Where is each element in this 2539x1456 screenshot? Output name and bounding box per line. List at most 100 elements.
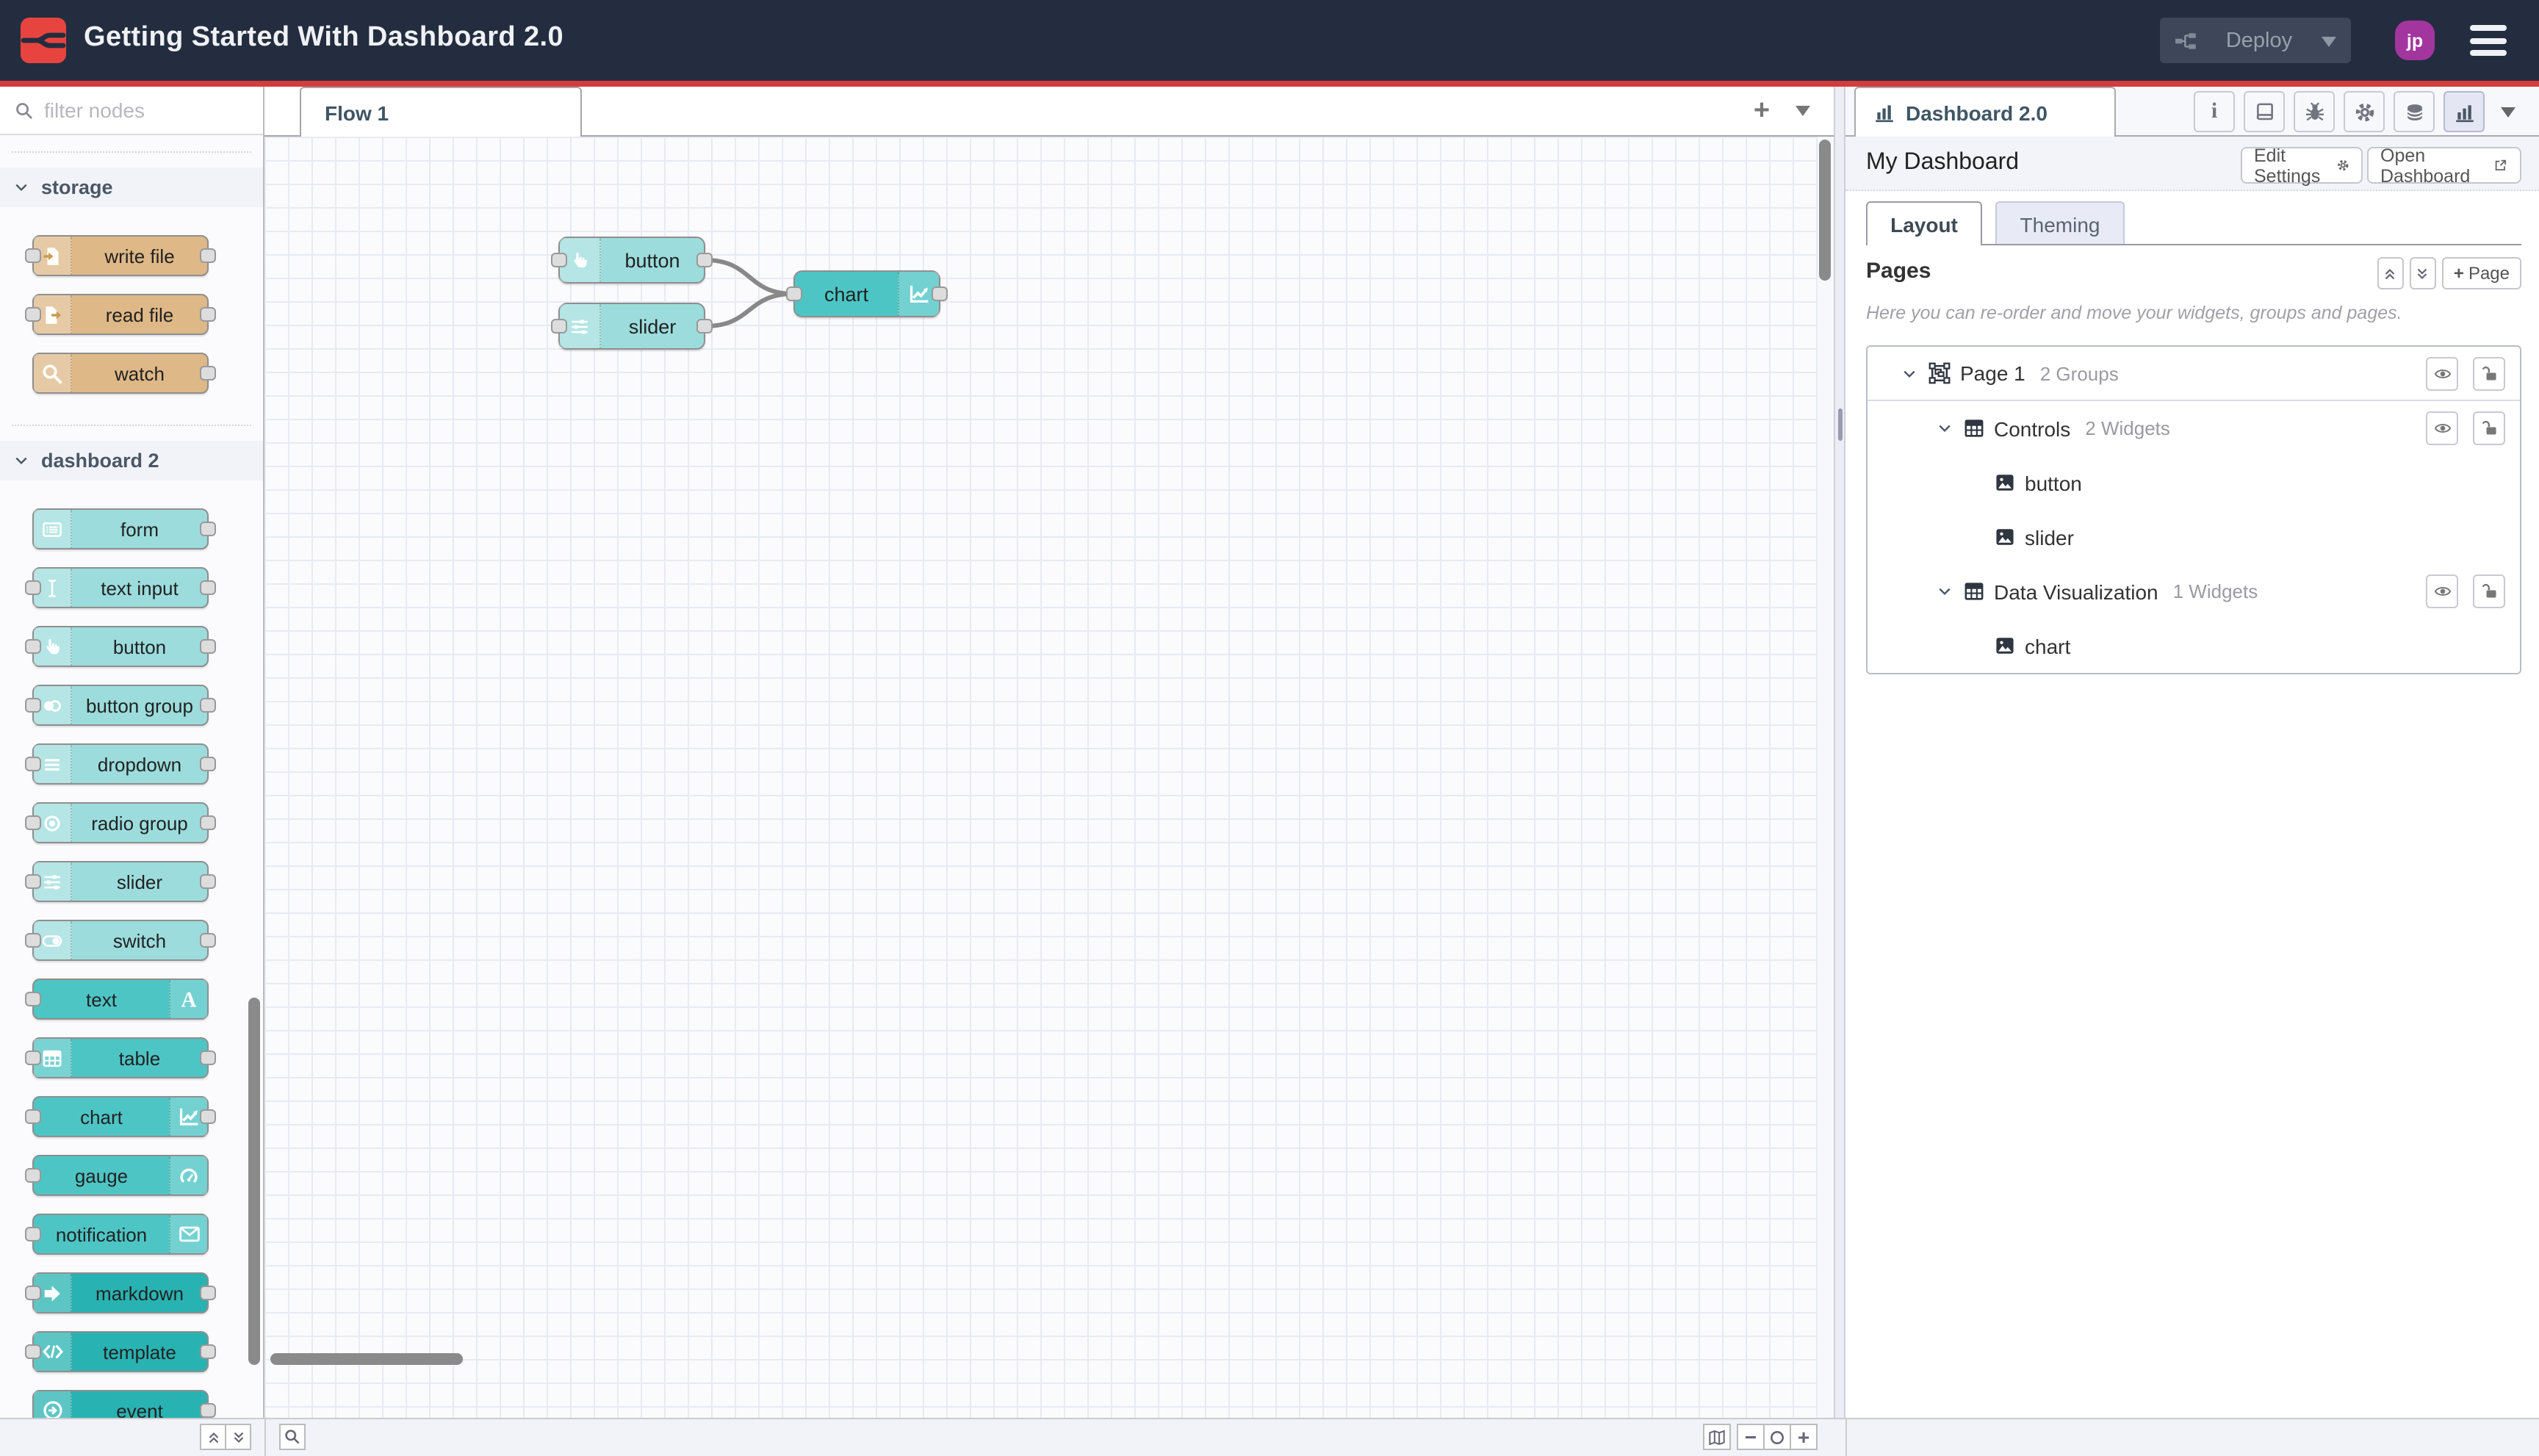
node-markdown[interactable]: markdown xyxy=(25,1272,216,1313)
canvas-horizontal-scrollbar[interactable] xyxy=(270,1353,463,1365)
output-port[interactable] xyxy=(200,307,216,322)
minimap-button[interactable] xyxy=(1703,1424,1731,1450)
zoom-reset-button[interactable] xyxy=(1763,1424,1791,1450)
node-text[interactable]: text A xyxy=(25,979,209,1020)
node-button[interactable]: button xyxy=(551,237,713,284)
input-port[interactable] xyxy=(25,992,41,1006)
node-table[interactable]: table xyxy=(25,1037,216,1078)
palette-collapse-all-button[interactable] xyxy=(200,1424,226,1450)
zoom-in-button[interactable]: + xyxy=(1790,1424,1818,1450)
input-port[interactable] xyxy=(25,307,41,322)
node-read-file[interactable]: read file xyxy=(25,294,216,335)
tree-row-chart[interactable]: chart xyxy=(1868,619,2520,673)
output-port[interactable] xyxy=(932,286,948,301)
output-port[interactable] xyxy=(200,757,216,771)
output-port[interactable] xyxy=(696,319,713,334)
deploy-button[interactable]: Deploy xyxy=(2160,18,2351,63)
output-port[interactable] xyxy=(200,1286,216,1300)
tree-row-page-1[interactable]: Page 1 2 Groups xyxy=(1868,347,2520,401)
sidebar-menu-caret-icon[interactable] xyxy=(2501,107,2515,125)
node-template[interactable]: template xyxy=(25,1331,216,1372)
input-port[interactable] xyxy=(786,286,802,301)
lock-toggle-button[interactable] xyxy=(2473,411,2505,445)
input-port[interactable] xyxy=(25,874,41,889)
help-tab-button[interactable] xyxy=(2244,91,2285,132)
input-port[interactable] xyxy=(25,580,41,595)
node-gauge[interactable]: gauge xyxy=(25,1155,209,1196)
node-button[interactable]: button xyxy=(25,626,216,667)
canvas-search-button[interactable] xyxy=(279,1424,306,1450)
flow-list-caret-icon[interactable] xyxy=(1796,106,1810,123)
node-notification[interactable]: notification xyxy=(25,1214,209,1255)
node-write-file[interactable]: write file xyxy=(25,235,216,276)
palette-category-storage[interactable]: storage xyxy=(0,167,263,207)
node-slider[interactable]: slider xyxy=(25,861,216,902)
input-port[interactable] xyxy=(25,1050,41,1065)
flow-canvas[interactable]: button slider chart xyxy=(264,137,1818,1418)
sidebar-resize-divider[interactable] xyxy=(1834,87,1845,1418)
visibility-toggle-button[interactable] xyxy=(2426,574,2458,608)
output-port[interactable] xyxy=(200,639,216,654)
add-flow-button[interactable]: + xyxy=(1743,94,1781,129)
node-chart[interactable]: chart xyxy=(25,1096,216,1137)
output-port[interactable] xyxy=(200,1403,216,1418)
palette-search-input[interactable]: filter nodes xyxy=(0,87,263,135)
input-port[interactable] xyxy=(25,248,41,263)
tab-theming[interactable]: Theming xyxy=(1995,201,2125,245)
input-port[interactable] xyxy=(25,639,41,654)
input-port[interactable] xyxy=(25,815,41,830)
config-gear-tab-button[interactable] xyxy=(2344,91,2385,132)
node-text-input[interactable]: text input xyxy=(25,567,216,608)
tree-row-controls[interactable]: Controls 2 Widgets xyxy=(1868,401,2520,455)
output-port[interactable] xyxy=(200,933,216,948)
output-port[interactable] xyxy=(696,253,713,267)
input-port[interactable] xyxy=(551,253,567,267)
palette-scrollbar[interactable] xyxy=(248,998,260,1365)
node-watch[interactable]: watch xyxy=(32,353,216,394)
palette-category-dashboard-2[interactable]: dashboard 2 xyxy=(0,441,263,480)
output-port[interactable] xyxy=(200,874,216,889)
zoom-out-button[interactable]: − xyxy=(1737,1424,1765,1450)
tree-row-data-visualization[interactable]: Data Visualization 1 Widgets xyxy=(1868,564,2520,619)
tab-layout[interactable]: Layout xyxy=(1866,201,1982,245)
open-dashboard-button[interactable]: Open Dashboard xyxy=(2367,145,2521,186)
output-port[interactable] xyxy=(200,815,216,830)
expand-all-button[interactable] xyxy=(2409,257,2436,289)
input-port[interactable] xyxy=(25,698,41,713)
input-port[interactable] xyxy=(551,319,567,334)
node-chart[interactable]: chart xyxy=(786,270,948,317)
output-port[interactable] xyxy=(200,580,216,595)
input-port[interactable] xyxy=(25,1227,41,1241)
sidebar-tab-dashboard[interactable]: Dashboard 2.0 xyxy=(1854,87,2116,137)
lock-toggle-button[interactable] xyxy=(2473,574,2505,608)
node-event[interactable]: event xyxy=(32,1390,216,1418)
output-port[interactable] xyxy=(200,698,216,713)
user-avatar[interactable]: jp xyxy=(2395,21,2435,60)
input-port[interactable] xyxy=(25,1344,41,1359)
visibility-toggle-button[interactable] xyxy=(2426,411,2458,445)
input-port[interactable] xyxy=(25,933,41,948)
output-port[interactable] xyxy=(200,366,216,381)
node-form[interactable]: form xyxy=(32,508,216,549)
context-data-tab-button[interactable] xyxy=(2394,91,2435,132)
dashboard-tab-button[interactable] xyxy=(2443,91,2485,132)
output-port[interactable] xyxy=(200,248,216,263)
node-button-group[interactable]: button group xyxy=(25,685,216,726)
input-port[interactable] xyxy=(25,1168,41,1183)
node-dropdown[interactable]: dropdown xyxy=(25,743,216,785)
output-port[interactable] xyxy=(200,522,216,536)
main-menu-button[interactable] xyxy=(2470,25,2507,56)
lock-toggle-button[interactable] xyxy=(2473,356,2505,390)
info-tab-button[interactable]: i xyxy=(2194,91,2235,132)
flow-tab[interactable]: Flow 1 xyxy=(300,87,582,137)
input-port[interactable] xyxy=(25,1109,41,1124)
canvas-vertical-scrollbar[interactable] xyxy=(1819,140,1831,281)
edit-settings-button[interactable]: Edit Settings xyxy=(2241,145,2363,186)
add-page-button[interactable]: + Page xyxy=(2441,257,2521,289)
visibility-toggle-button[interactable] xyxy=(2426,356,2458,390)
divider-grab-handle[interactable] xyxy=(1838,408,1843,441)
tree-row-slider[interactable]: slider xyxy=(1868,510,2520,564)
collapse-all-button[interactable] xyxy=(2377,257,2404,289)
output-port[interactable] xyxy=(200,1344,216,1359)
deploy-caret-icon[interactable] xyxy=(2322,36,2336,54)
